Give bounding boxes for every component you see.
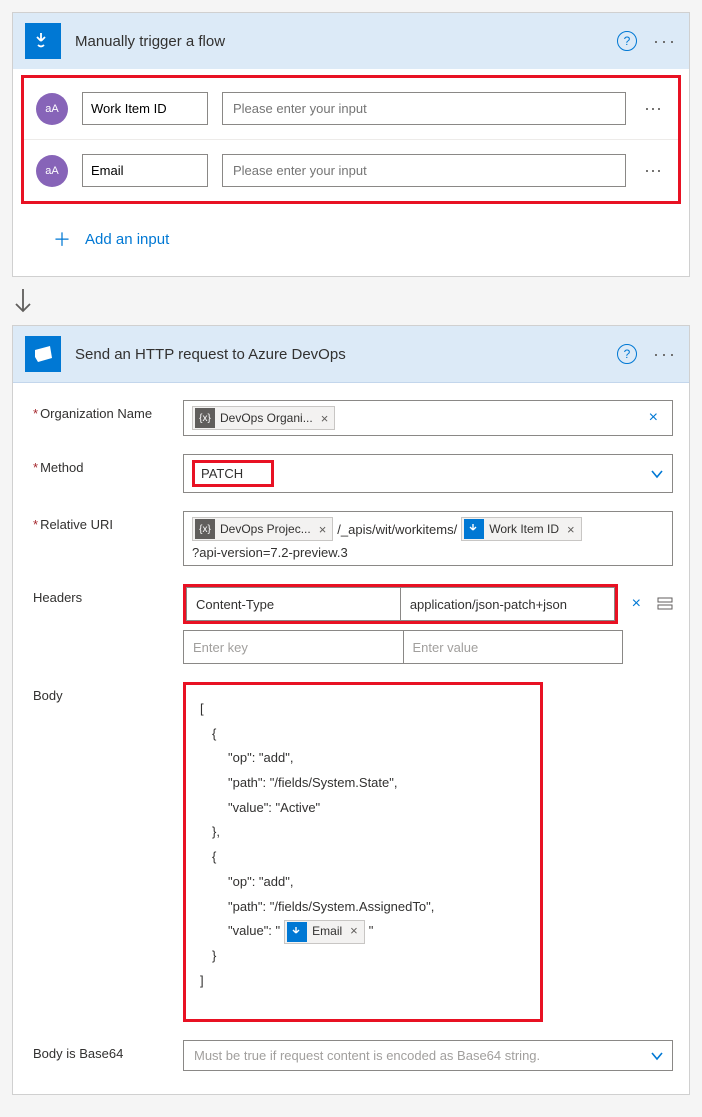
trigger-card: Manually trigger a flow ? ··· aA ··· aA … <box>12 12 690 277</box>
uri-project-token[interactable]: {x} DevOps Projec... × <box>192 517 333 541</box>
token-remove-icon[interactable]: × <box>564 522 575 537</box>
flow-arrow-icon <box>12 287 690 317</box>
trigger-var-icon <box>464 519 484 539</box>
action-header[interactable]: Send an HTTP request to Azure DevOps ? ·… <box>13 326 689 383</box>
header-value-input[interactable]: Enter value <box>403 630 624 664</box>
header-key-input[interactable]: Content-Type <box>186 587 400 621</box>
input-placeholder-field[interactable] <box>222 154 626 187</box>
trigger-input-row: aA ··· <box>24 78 678 140</box>
remove-header-icon[interactable]: × <box>626 595 647 613</box>
token-remove-icon[interactable]: × <box>347 919 358 944</box>
uri-workitem-token[interactable]: Work Item ID × <box>461 517 581 541</box>
trigger-header[interactable]: Manually trigger a flow ? ··· <box>13 13 689 69</box>
input-placeholder-field[interactable] <box>222 92 626 125</box>
uri-label: Relative URI <box>33 511 183 532</box>
help-icon[interactable]: ? <box>617 344 637 364</box>
org-token[interactable]: {x} DevOps Organi... × <box>192 406 335 430</box>
headers-row: Headers Content-Type application/json-pa… <box>13 575 689 673</box>
variable-icon: {x} <box>195 408 215 428</box>
method-label: Method <box>33 454 183 475</box>
plus-icon: ＋ <box>53 226 71 252</box>
body-label: Body <box>33 682 183 703</box>
method-row: Method PATCH <box>13 445 689 502</box>
header-value-input[interactable]: application/json-patch+json <box>400 587 615 621</box>
base64-select[interactable]: Must be true if request content is encod… <box>183 1040 673 1071</box>
org-label: Organization Name <box>33 400 183 421</box>
body-row: Body [ { "op": "add", "path": "/fields/S… <box>13 673 689 1031</box>
variable-icon: {x} <box>195 519 215 539</box>
clear-icon[interactable]: × <box>643 409 664 427</box>
add-input-button[interactable]: ＋ Add an input <box>13 204 689 276</box>
token-remove-icon[interactable]: × <box>318 411 329 426</box>
method-select[interactable]: PATCH <box>183 454 673 493</box>
action-title: Send an HTTP request to Azure DevOps <box>75 346 617 363</box>
switch-mode-icon[interactable] <box>657 596 673 612</box>
body-input[interactable]: [ { "op": "add", "path": "/fields/System… <box>183 682 543 1022</box>
uri-row: Relative URI {x} DevOps Projec... × /_ap… <box>13 502 689 575</box>
trigger-input-row: aA ··· <box>24 140 678 201</box>
row-menu-icon[interactable]: ··· <box>640 98 666 119</box>
org-input[interactable]: {x} DevOps Organi... × × <box>183 400 673 436</box>
organization-row: Organization Name {x} DevOps Organi... ×… <box>13 391 689 445</box>
header-key-input[interactable]: Enter key <box>183 630 403 664</box>
token-remove-icon[interactable]: × <box>316 522 327 537</box>
input-name-field[interactable] <box>82 92 208 125</box>
text-input-icon: aA <box>36 155 68 187</box>
chevron-down-icon[interactable] <box>650 1049 664 1063</box>
trigger-var-icon <box>287 922 307 942</box>
base64-row: Body is Base64 Must be true if request c… <box>13 1031 689 1080</box>
headers-label: Headers <box>33 584 183 605</box>
body-email-token[interactable]: Email × <box>284 920 365 944</box>
menu-dots-icon[interactable]: ··· <box>653 344 677 365</box>
azure-devops-icon <box>25 336 61 372</box>
input-name-field[interactable] <box>82 154 208 187</box>
method-value: PATCH <box>192 460 274 487</box>
row-menu-icon[interactable]: ··· <box>640 160 666 181</box>
menu-dots-icon[interactable]: ··· <box>653 31 677 52</box>
trigger-title: Manually trigger a flow <box>75 33 617 50</box>
add-input-label: Add an input <box>85 231 169 248</box>
chevron-down-icon[interactable] <box>650 467 664 481</box>
trigger-icon <box>25 23 61 59</box>
help-icon[interactable]: ? <box>617 31 637 51</box>
text-input-icon: aA <box>36 93 68 125</box>
base64-label: Body is Base64 <box>33 1040 183 1061</box>
action-card: Send an HTTP request to Azure DevOps ? ·… <box>12 325 690 1095</box>
uri-input[interactable]: {x} DevOps Projec... × /_apis/wit/workit… <box>183 511 673 566</box>
